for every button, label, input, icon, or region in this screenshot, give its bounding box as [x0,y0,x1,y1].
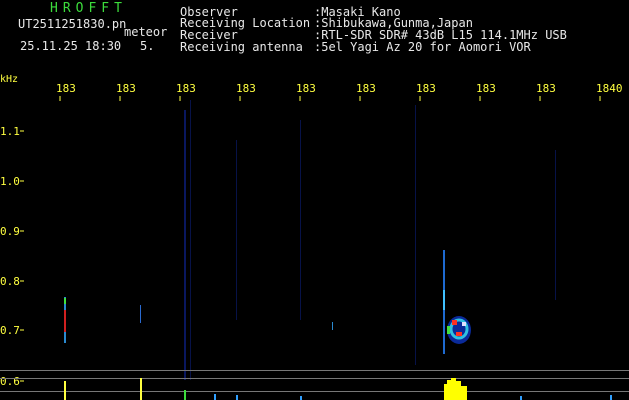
spectrogram [0,96,629,400]
x-tick-label: 1840 [596,82,623,95]
date-time: 25.11.25 18:30 [20,39,122,53]
spectrum-peak [461,386,467,400]
spectrum-peak [447,380,451,400]
x-tick-label: 183 [236,82,256,95]
spectrum-peak [451,378,456,400]
echo-core [462,322,466,326]
spectrum-peak [236,395,238,400]
info-label-antenna: Receiving antenna [180,40,303,54]
x-tick-label: 183 [356,82,376,95]
spectrum-peak [214,394,216,400]
signal-trace [64,310,66,332]
spectrum-peak [300,396,302,400]
spectrum-peak [140,378,142,400]
background-noise [184,100,556,380]
app-brand: HROFFT [50,1,127,16]
spectrum-profile [64,378,612,400]
spectrum-peak [184,390,186,400]
signal-trace [140,305,141,323]
noise-streak [190,100,191,380]
x-tick-label: 183 [476,82,496,95]
signal-trace [332,322,333,330]
echo-core [456,332,462,336]
noise-streak [555,150,556,300]
echo-core [452,320,457,325]
info-value-antenna: :5el Yagi Az 20 for Aomori VOR [314,40,531,54]
x-tick-label: 183 [56,82,76,95]
meteor-echo [447,316,471,344]
spectrum-peak [64,381,66,400]
noise-streak [184,110,186,380]
noise-streak [300,120,301,320]
spectrum-peak [444,384,447,400]
separator-lines [0,370,629,392]
x-tick-label: 183 [536,82,556,95]
x-tick-label: 183 [116,82,136,95]
spectrum-peak [520,396,522,400]
x-tick-label: 183 [176,82,196,95]
x-tick-label: 183 [416,82,436,95]
y-tick-marks [20,130,24,382]
x-tick-label: 183 [296,82,316,95]
y-unit-label: kHz [0,74,19,85]
index-label: 5. [140,39,155,53]
spectrum-peak [456,381,461,400]
echo-core [447,326,450,334]
file-name: UT2511251830.pn [18,17,127,31]
signal-traces [64,250,445,354]
signal-trace [64,298,66,304]
signal-trace [443,290,445,310]
noise-streak [415,105,416,365]
x-tick-marks [59,96,601,101]
mode-label: meteor [124,25,168,39]
noise-streak [236,140,237,320]
spectrum-peak [610,395,612,400]
